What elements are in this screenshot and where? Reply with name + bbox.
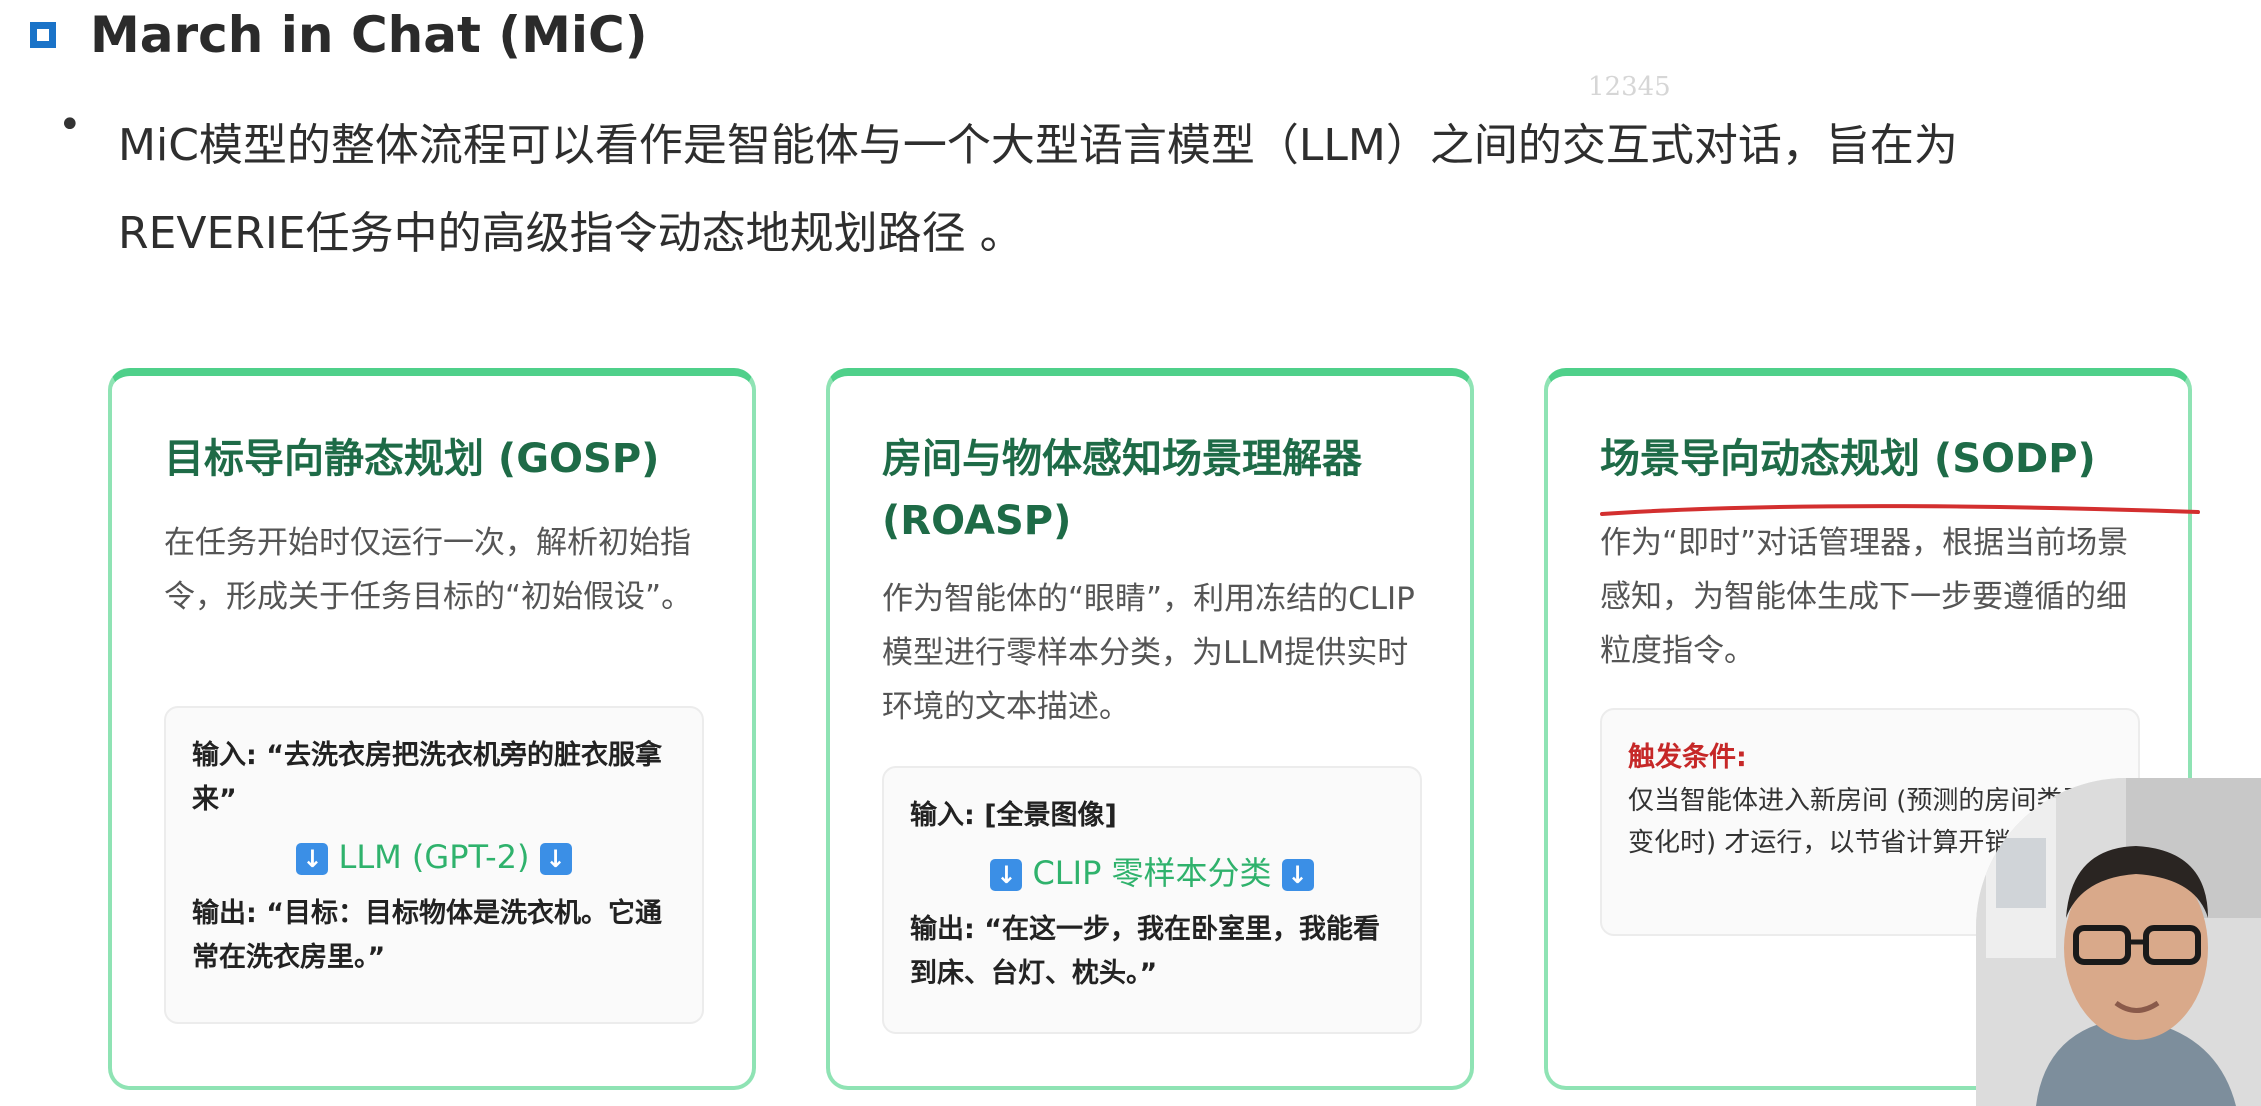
card-description: 在任务开始时仅运行一次，解析初始指令，形成关于任务目标的“初始假设”。 [164,525,693,615]
io-box: 输入: [全景图像] ↓ CLIP 零样本分类 ↓ 输出: “在这一步，我在卧室里，… [882,766,1422,1034]
down-arrow-icon: ↓ [1281,859,1314,891]
card-title: 目标导向静态规划 (GOSP) [164,436,660,482]
io-model-row: ↓ CLIP 零样本分类 ↓ [910,842,1394,904]
io-model-label: CLIP 零样本分类 [1032,854,1272,892]
presenter-avatar [1976,778,2261,1106]
slide-title-bar: March in Chat (MiC) [30,0,648,70]
square-icon [30,22,56,48]
io-box: 输入: “去洗衣房把洗衣机旁的脏衣服拿来” ↓ LLM (GPT-2) ↓ 输出: … [164,706,704,1024]
card-gosp: 目标导向静态规划 (GOSP) 在任务开始时仅运行一次，解析初始指令，形成关于任… [108,368,756,1090]
presenter-webcam [1976,778,2261,1106]
down-arrow-icon: ↓ [539,843,572,875]
card-title: 房间与物体感知场景理解器 (ROASP) [882,436,1362,544]
slide-title: March in Chat (MiC) [90,6,648,64]
bullet-point: • MiC模型的整体流程可以看作是智能体与一个大型语言模型（LLM）之间的交互式… [58,102,2058,278]
trigger-label: 触发条件: [1628,742,1747,773]
card-description: 作为“即时”对话管理器，根据当前场景感知，为智能体生成下一步要遵循的细粒度指令。 [1600,525,2129,669]
bullet-text: MiC模型的整体流程可以看作是智能体与一个大型语言模型（LLM）之间的交互式对话… [118,120,1958,259]
watermark: 12345 [1588,72,1671,102]
io-model-row: ↓ LLM (GPT-2) ↓ [192,826,676,888]
card-roasp: 房间与物体感知场景理解器 (ROASP) 作为智能体的“眼睛”，利用冻结的CLI… [826,368,1474,1090]
io-output: 输出: “目标：目标物体是洗衣机。它通常在洗衣房里。” [192,898,662,973]
io-input: 输入: “去洗衣房把洗衣机旁的脏衣服拿来” [192,740,662,815]
io-model-label: LLM (GPT-2) [338,838,530,876]
bullet-dot-icon: • [58,102,82,148]
card-description: 作为智能体的“眼睛”，利用冻结的CLIP模型进行零样本分类，为LLM提供实时环境… [882,581,1415,725]
down-arrow-icon: ↓ [296,843,329,875]
io-output: 输出: “在这一步，我在卧室里，我能看到床、台灯、枕头。” [910,914,1380,989]
red-annotation-underline [1600,504,2200,516]
card-title: 场景导向动态规划 (SODP) [1600,436,2096,482]
down-arrow-icon: ↓ [990,859,1023,891]
io-input: 输入: [全景图像] [910,800,1117,831]
